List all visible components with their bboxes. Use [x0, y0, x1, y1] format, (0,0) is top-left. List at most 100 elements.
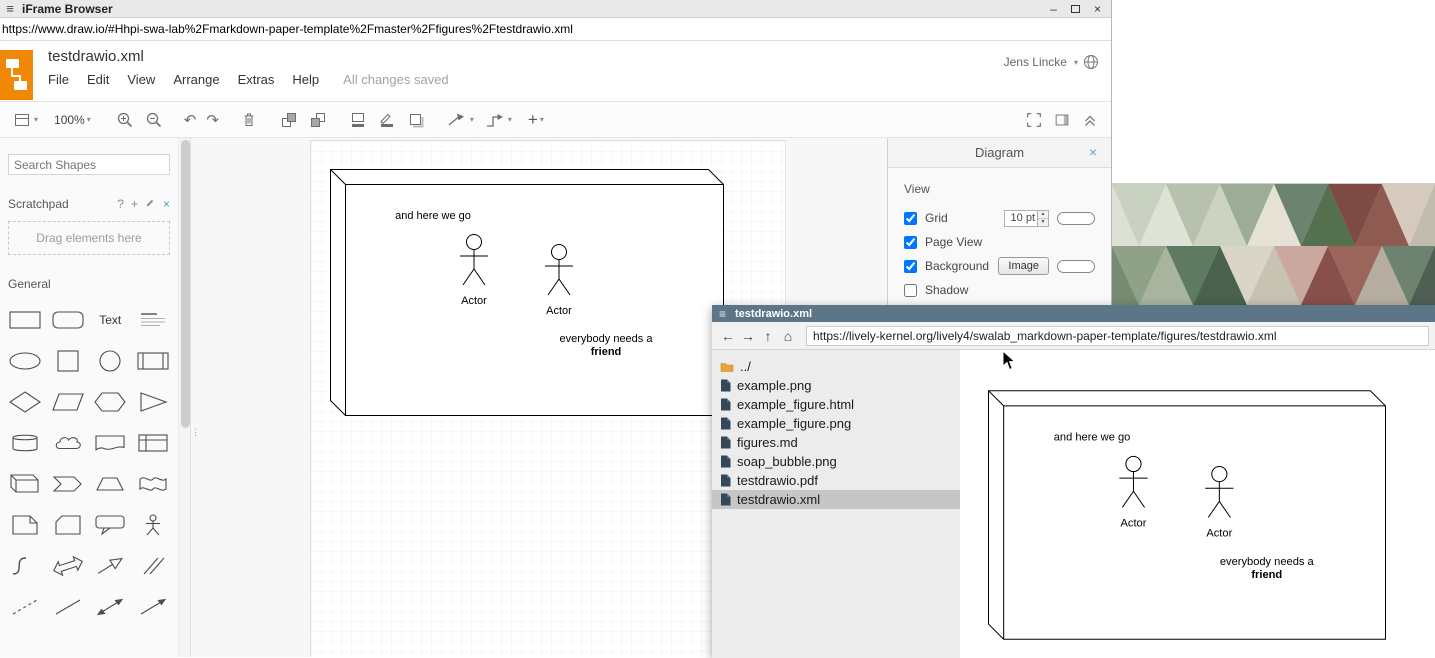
menu-edit[interactable]: Edit — [87, 72, 109, 87]
page-view-button[interactable]: ▾ — [12, 109, 38, 131]
list-item-file[interactable]: figures.md — [712, 433, 960, 452]
shape-bidirectional-connector[interactable] — [91, 592, 129, 622]
caption-line-2[interactable]: friend — [591, 346, 622, 358]
tab-diagram[interactable]: Diagram — [975, 145, 1024, 160]
shape-step[interactable] — [49, 469, 87, 499]
zoom-in-button[interactable] — [115, 109, 135, 131]
actor-2-label[interactable]: Actor — [546, 305, 572, 317]
background-checkbox[interactable] — [904, 260, 917, 273]
user-name[interactable]: Jens Lincke — [1004, 55, 1067, 69]
shape-rectangle[interactable] — [6, 305, 44, 335]
menu-help[interactable]: Help — [292, 72, 319, 87]
maximize-icon[interactable] — [1071, 5, 1080, 13]
shape-square[interactable] — [49, 346, 87, 376]
menu-file[interactable]: File — [48, 72, 69, 87]
shape-directional-connector[interactable] — [134, 592, 172, 622]
forward-button[interactable]: → — [738, 326, 758, 346]
back-button[interactable]: ← — [718, 326, 738, 346]
to-front-button[interactable] — [279, 109, 299, 131]
shape-actor[interactable] — [134, 510, 172, 540]
zoom-out-button[interactable] — [144, 109, 164, 131]
grid-size-spinner[interactable]: ▲▼ — [1038, 210, 1049, 227]
scratchpad-edit-icon[interactable] — [145, 197, 156, 211]
shape-parallelogram[interactable] — [49, 387, 87, 417]
insert-button[interactable]: +▾ — [528, 109, 544, 131]
address-bar[interactable]: https://www.draw.io/#Hhpi-swa-lab%2Fmark… — [0, 18, 1111, 41]
to-back-button[interactable] — [308, 109, 328, 131]
grid-size-value[interactable]: 10 pt — [1004, 210, 1038, 227]
list-item-file[interactable]: example.png — [712, 376, 960, 395]
scratchpad-help-icon[interactable]: ? — [117, 197, 124, 211]
general-section-header[interactable]: General — [8, 277, 170, 291]
list-item-file[interactable]: testdrawio.pdf — [712, 471, 960, 490]
line-color-button[interactable] — [377, 109, 397, 131]
collapse-toolbar-button[interactable] — [1081, 109, 1099, 131]
shape-circle[interactable] — [91, 346, 129, 376]
shape-diamond[interactable] — [6, 387, 44, 417]
format-panel-toggle-button[interactable] — [1053, 109, 1071, 131]
shape-dashed-line[interactable] — [6, 592, 44, 622]
file-browser-menu-icon[interactable]: ≡ — [719, 307, 726, 321]
actor-1-label[interactable]: Actor — [461, 295, 487, 307]
menu-view[interactable]: View — [127, 72, 155, 87]
grid-color-swatch[interactable] — [1057, 212, 1095, 225]
window-menu-icon[interactable]: ≡ — [0, 1, 20, 16]
scratchpad-add-icon[interactable]: + — [131, 197, 138, 211]
background-image-button[interactable]: Image — [998, 257, 1049, 275]
shadow-checkbox[interactable] — [904, 284, 917, 297]
list-item-file[interactable]: example_figure.html — [712, 395, 960, 414]
page-view-checkbox[interactable] — [904, 236, 917, 249]
shape-note[interactable] — [6, 510, 44, 540]
grid-size-input[interactable]: 10 pt ▲▼ — [1004, 210, 1049, 227]
list-item-parent-dir[interactable]: ../ — [712, 357, 960, 376]
shape-callout[interactable] — [91, 510, 129, 540]
up-button[interactable]: ↑ — [758, 326, 778, 346]
shape-bidirectional-arrow[interactable] — [49, 551, 87, 581]
shape-cylinder[interactable] — [6, 428, 44, 458]
delete-button[interactable] — [239, 109, 259, 131]
cube-shape[interactable] — [331, 170, 724, 416]
shape-line[interactable] — [49, 592, 87, 622]
menu-arrange[interactable]: Arrange — [173, 72, 219, 87]
language-globe-icon[interactable] — [1083, 54, 1099, 70]
diagram-drawing[interactable]: and here we go Actor Actor eve — [330, 169, 724, 416]
grid-checkbox[interactable] — [904, 212, 917, 225]
shape-triangle[interactable] — [134, 387, 172, 417]
shape-trapezoid[interactable] — [91, 469, 129, 499]
file-browser-titlebar[interactable]: ≡ testdrawio.xml — [712, 305, 1435, 322]
shape-tape[interactable] — [134, 469, 172, 499]
search-input[interactable] — [14, 158, 169, 172]
zoom-level-dropdown[interactable]: 100% ▾ — [54, 109, 91, 131]
background-color-swatch[interactable] — [1057, 260, 1095, 273]
shape-textbox[interactable] — [134, 305, 172, 335]
shape-hexagon[interactable] — [91, 387, 129, 417]
list-item-file-selected[interactable]: testdrawio.xml — [712, 490, 960, 509]
undo-button[interactable]: ↶ — [184, 109, 197, 131]
box-label[interactable]: and here we go — [395, 210, 471, 222]
list-item-file[interactable]: example_figure.png — [712, 414, 960, 433]
shape-rounded-rectangle[interactable] — [49, 305, 87, 335]
shape-process[interactable] — [134, 346, 172, 376]
spinner-down-icon[interactable]: ▼ — [1038, 219, 1048, 226]
scratchpad-close-icon[interactable]: × — [163, 197, 170, 211]
shape-ellipse[interactable] — [6, 346, 44, 376]
menu-extras[interactable]: Extras — [238, 72, 275, 87]
shape-text[interactable]: Text — [91, 305, 129, 335]
file-browser-address-bar[interactable]: https://lively-kernel.org/lively4/swalab… — [806, 326, 1429, 346]
spinner-up-icon[interactable]: ▲ — [1038, 211, 1048, 219]
format-panel-close-icon[interactable]: × — [1089, 144, 1097, 160]
fill-color-button[interactable] — [348, 109, 368, 131]
sidebar-scrollbar[interactable] — [178, 138, 191, 657]
fullscreen-button[interactable] — [1025, 109, 1043, 131]
waypoints-button[interactable]: ▾ — [484, 109, 512, 131]
shape-card[interactable] — [49, 510, 87, 540]
shadow-button[interactable] — [406, 109, 426, 131]
shape-cloud[interactable] — [49, 428, 87, 458]
shape-curve[interactable] — [6, 551, 44, 581]
shape-cube[interactable] — [6, 469, 44, 499]
minimize-icon[interactable]: – — [1050, 3, 1057, 15]
sidebar-splitter-handle[interactable]: ⋮ — [191, 430, 197, 434]
shape-link[interactable] — [134, 551, 172, 581]
connection-style-button[interactable]: ▾ — [446, 109, 474, 131]
redo-button[interactable]: ↷ — [206, 109, 219, 131]
